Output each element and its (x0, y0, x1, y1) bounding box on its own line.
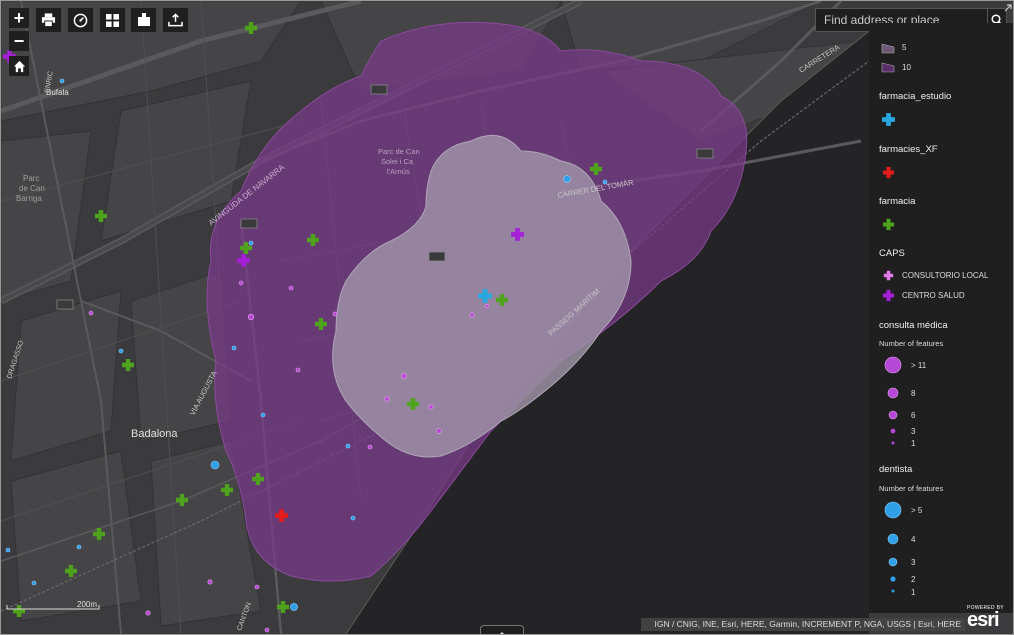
zoom-out-label: − (13, 30, 25, 51)
dentista-point (59, 78, 65, 84)
zoom-out-button[interactable]: − (9, 31, 29, 51)
basemap-gallery-button[interactable] (100, 8, 125, 32)
label-parc-can-soleil-3: l'Arnús (387, 167, 410, 176)
attribution-text[interactable]: IGN / CNIG, INE, Esri, HERE, Garmin, INC… (641, 618, 965, 631)
bookmark-button[interactable] (131, 8, 156, 32)
zoom-in-button[interactable]: + (9, 8, 29, 28)
chevron-up-icon (500, 632, 504, 634)
share-button[interactable] (163, 8, 188, 32)
dentista-point (345, 443, 351, 449)
consulta-point (436, 428, 442, 434)
legend-centro-salud-icon (882, 289, 895, 302)
legend-dentista-subtitle: Number of features (879, 484, 944, 493)
legend-centro-salud-label: CENTRO SALUD (902, 291, 965, 300)
consulta-point (332, 311, 338, 317)
legend-collapse-icon[interactable] (1003, 3, 1013, 13)
dentista-point (602, 179, 608, 185)
print-icon (41, 13, 56, 27)
legend-consultorio-label: CONSULTORIO LOCAL (902, 271, 989, 280)
legend-farmacia-icon (882, 218, 895, 231)
legend-dentista-label-3: 3 (911, 558, 916, 567)
measure-button[interactable] (68, 8, 93, 32)
consulta-point (145, 610, 151, 616)
consulta-point (428, 404, 434, 410)
legend-farmacies-xf-icon (882, 166, 895, 179)
consulta-point (295, 367, 301, 373)
attribution-expand-tab[interactable] (480, 625, 524, 634)
label-parc-can-soleil-1: Parc de Can (378, 147, 420, 156)
consulta-point (484, 303, 490, 309)
legend-farmacia-estudio-title: farmacia_estudio (879, 91, 952, 102)
legend-farmacia-title: farmacia (879, 196, 916, 207)
legend-drive-5-label: 5 (902, 43, 907, 52)
legend-consulta-title: consulta médica (879, 320, 948, 331)
dentista-point (350, 515, 356, 521)
consulta-point (469, 312, 475, 318)
legend-dentista-label-2: 4 (911, 535, 916, 544)
esri-wordmark: esri (967, 609, 1000, 631)
legend-consulta-label-2: 8 (911, 389, 916, 398)
label-parc-can-banya-3: Barriga (16, 194, 42, 203)
dentista-point (260, 412, 266, 418)
legend-dentista-title: dentista (879, 464, 913, 475)
consulta-point (247, 313, 255, 321)
consulta-point (264, 627, 270, 633)
dentista-point (563, 175, 571, 183)
dentista-point (210, 460, 220, 470)
label-parc-can-banya-1: Parc (23, 174, 39, 183)
legend-dentista-label-5: 1 (911, 588, 916, 597)
basemap-gallery-icon (106, 13, 119, 27)
consulta-point (88, 310, 94, 316)
legend-drive-10-swatch (881, 62, 895, 73)
legend-consultorio-icon (883, 270, 894, 281)
consulta-point (288, 285, 294, 291)
home-icon (13, 60, 25, 72)
map-frame: Bufala Parc de Can Barriga Parc de Can S… (0, 0, 1014, 635)
legend-consulta-label-1: > 11 (911, 361, 927, 370)
esri-logo[interactable]: POWERED BY esri (967, 605, 1004, 631)
legend-consulta-label-5: 1 (911, 439, 916, 448)
dentista-point (76, 544, 82, 550)
label-badalona: Badalona (131, 428, 178, 440)
consulta-point (367, 444, 373, 450)
legend-consulta-subtitle: Number of features (879, 339, 944, 348)
share-icon (168, 13, 183, 27)
bookmark-icon (137, 13, 150, 26)
dentista-point (248, 240, 254, 246)
consulta-point (401, 373, 407, 379)
legend-farmacia-estudio-icon (882, 113, 895, 126)
legend-drive-10-label: 10 (902, 63, 911, 72)
dentista-point (5, 547, 11, 553)
legend-panel: 5 10 farmacia_estudio farmacies_XF farma… (869, 23, 1013, 613)
dentista-point (118, 348, 124, 354)
legend-consulta-label-3: 6 (911, 411, 916, 420)
label-parc-can-banya-2: de Can (19, 184, 45, 193)
legend-dentista-symbols (884, 501, 902, 593)
measure-icon (73, 13, 88, 27)
legend-dentista-label-1: > 5 (911, 506, 923, 515)
legend-consulta-symbols (884, 356, 902, 445)
legend-farmacies-xf-title: farmacies_XF (879, 144, 938, 155)
legend-caps-title: CAPS (879, 248, 905, 259)
legend-consulta-label-4: 3 (911, 427, 916, 436)
legend-dentista-label-4: 2 (911, 575, 916, 584)
scale-bar-label: 200m (77, 600, 97, 609)
consulta-point (254, 584, 260, 590)
print-button[interactable] (36, 8, 61, 32)
zoom-in-label: + (13, 7, 25, 28)
dentista-point (231, 345, 237, 351)
consulta-point (238, 280, 244, 286)
dentista-point (290, 603, 298, 611)
legend-drive-5-swatch (881, 43, 895, 54)
consulta-point (207, 579, 213, 585)
home-button[interactable] (9, 56, 29, 76)
consulta-point (384, 396, 390, 402)
label-parc-can-soleil-2: Solei i Ca (381, 157, 414, 166)
map-canvas[interactable]: Bufala Parc de Can Barriga Parc de Can S… (1, 1, 1013, 634)
dentista-point (31, 580, 37, 586)
